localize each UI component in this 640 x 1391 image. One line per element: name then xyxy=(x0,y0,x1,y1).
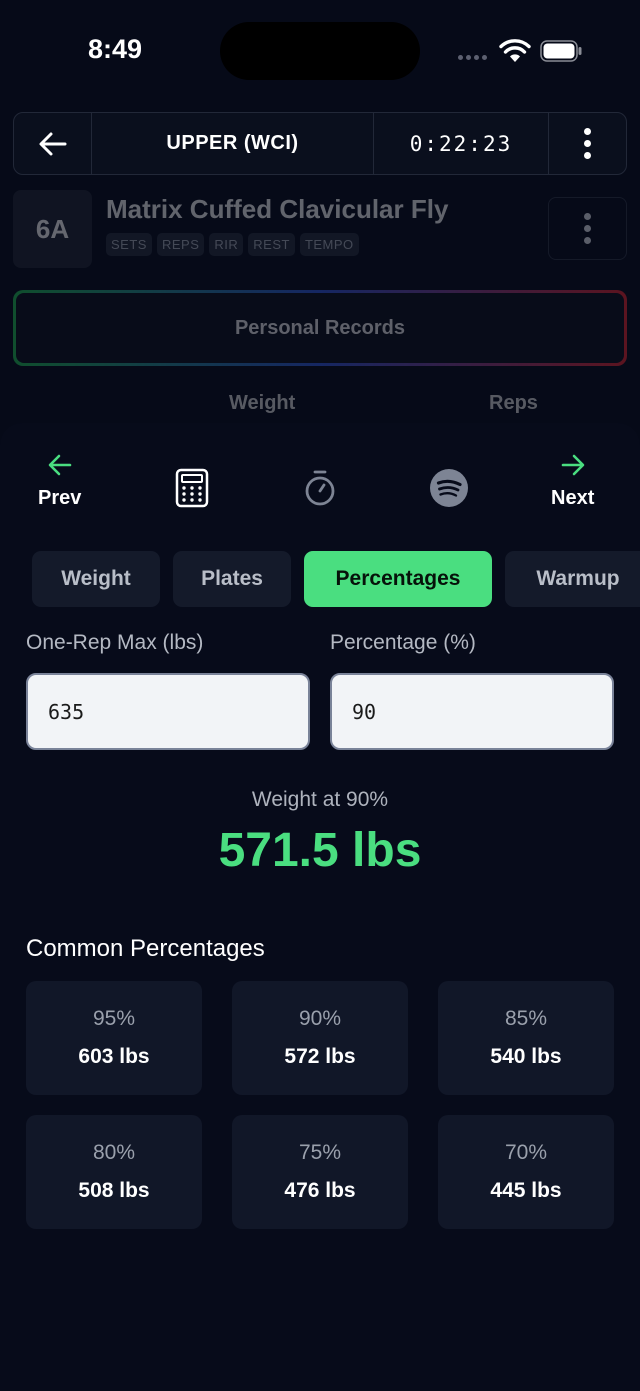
exercise-badge: 6A xyxy=(13,190,92,268)
more-vertical-icon xyxy=(584,128,591,159)
percentage-value: 95% xyxy=(92,1007,136,1030)
percentage-card[interactable]: 90% 572 lbs xyxy=(232,981,408,1095)
personal-records-label: Personal Records xyxy=(16,293,624,363)
percentage-card[interactable]: 95% 603 lbs xyxy=(26,981,202,1095)
common-percentages-title: Common Percentages xyxy=(26,935,265,962)
spotify-button[interactable] xyxy=(429,468,469,508)
arrow-left-icon xyxy=(48,454,71,476)
one-rep-max-label: One-Rep Max (lbs) xyxy=(26,631,204,654)
result-label: Weight at 90% xyxy=(251,788,389,811)
next-button[interactable]: Next xyxy=(551,453,594,510)
status-time: 8:49 xyxy=(88,34,143,64)
calculator-sheet: Prev Next Weight Plates Percentages Warm… xyxy=(0,423,640,1391)
percentage-weight: 603 lbs xyxy=(78,1045,150,1068)
calculator-button[interactable] xyxy=(175,468,209,508)
spotify-icon xyxy=(430,469,468,507)
percentage-value: 90% xyxy=(298,1007,342,1030)
percentage-value: 85% xyxy=(504,1007,548,1030)
percentage-card[interactable]: 70% 445 lbs xyxy=(438,1115,614,1229)
calculator-tabs: Weight Plates Percentages Warmup xyxy=(32,551,640,607)
tag-rir: RIR xyxy=(209,233,244,256)
back-button[interactable] xyxy=(14,113,92,174)
status-bar: 8:49 xyxy=(0,0,640,100)
battery-icon xyxy=(540,40,582,62)
percentage-value: 80% xyxy=(92,1141,136,1164)
percentage-input[interactable]: 90 xyxy=(330,673,614,750)
exercise-menu-button[interactable] xyxy=(548,197,627,260)
workout-timer: 0:22:23 xyxy=(374,113,549,174)
dynamic-island xyxy=(220,22,420,80)
percentage-label: Percentage (%) xyxy=(330,631,476,654)
workout-title: UPPER (WCI) xyxy=(92,113,374,174)
workout-header: UPPER (WCI) 0:22:23 xyxy=(13,112,627,175)
percentage-card[interactable]: 80% 508 lbs xyxy=(26,1115,202,1229)
cellular-signal-icon xyxy=(458,55,487,60)
percentage-weight: 540 lbs xyxy=(490,1045,562,1068)
one-rep-max-input[interactable]: 635 xyxy=(26,673,310,750)
stopwatch-icon xyxy=(305,470,335,506)
arrow-right-icon xyxy=(561,454,584,476)
personal-records-button[interactable]: Personal Records xyxy=(13,290,627,366)
prev-button[interactable]: Prev xyxy=(38,453,81,510)
tag-rest: REST xyxy=(248,233,295,256)
tab-plates[interactable]: Plates xyxy=(173,551,291,607)
column-weight: Weight xyxy=(229,392,296,414)
result-value: 571.5 lbs xyxy=(218,824,422,877)
tag-reps: REPS xyxy=(156,233,205,256)
tab-percentages[interactable]: Percentages xyxy=(304,551,492,607)
percentage-card[interactable]: 85% 540 lbs xyxy=(438,981,614,1095)
percentage-card[interactable]: 75% 476 lbs xyxy=(232,1115,408,1229)
percentage-value: 75% xyxy=(298,1141,342,1164)
percentage-weight: 445 lbs xyxy=(490,1179,562,1202)
more-vertical-icon xyxy=(584,213,591,244)
percentage-value: 70% xyxy=(504,1141,548,1164)
percentage-weight: 508 lbs xyxy=(78,1179,150,1202)
tab-warmup[interactable]: Warmup xyxy=(505,551,640,607)
tab-weight[interactable]: Weight xyxy=(32,551,160,607)
exercise-name: Matrix Cuffed Clavicular Fly xyxy=(106,194,449,224)
calculator-icon xyxy=(175,468,209,508)
tag-sets: SETS xyxy=(106,233,152,256)
prev-label: Prev xyxy=(38,487,82,509)
workout-menu-button[interactable] xyxy=(549,113,626,174)
percentage-weight: 572 lbs xyxy=(284,1045,356,1068)
rest-timer-button[interactable] xyxy=(303,469,337,507)
arrow-left-icon xyxy=(39,132,66,155)
tag-tempo: TEMPO xyxy=(299,233,359,256)
next-label: Next xyxy=(551,487,595,509)
percentage-weight: 476 lbs xyxy=(284,1179,356,1202)
exercise-tags: SETS REPS RIR REST TEMPO xyxy=(106,233,359,256)
wifi-icon xyxy=(499,39,531,62)
column-reps: Reps xyxy=(489,392,538,414)
